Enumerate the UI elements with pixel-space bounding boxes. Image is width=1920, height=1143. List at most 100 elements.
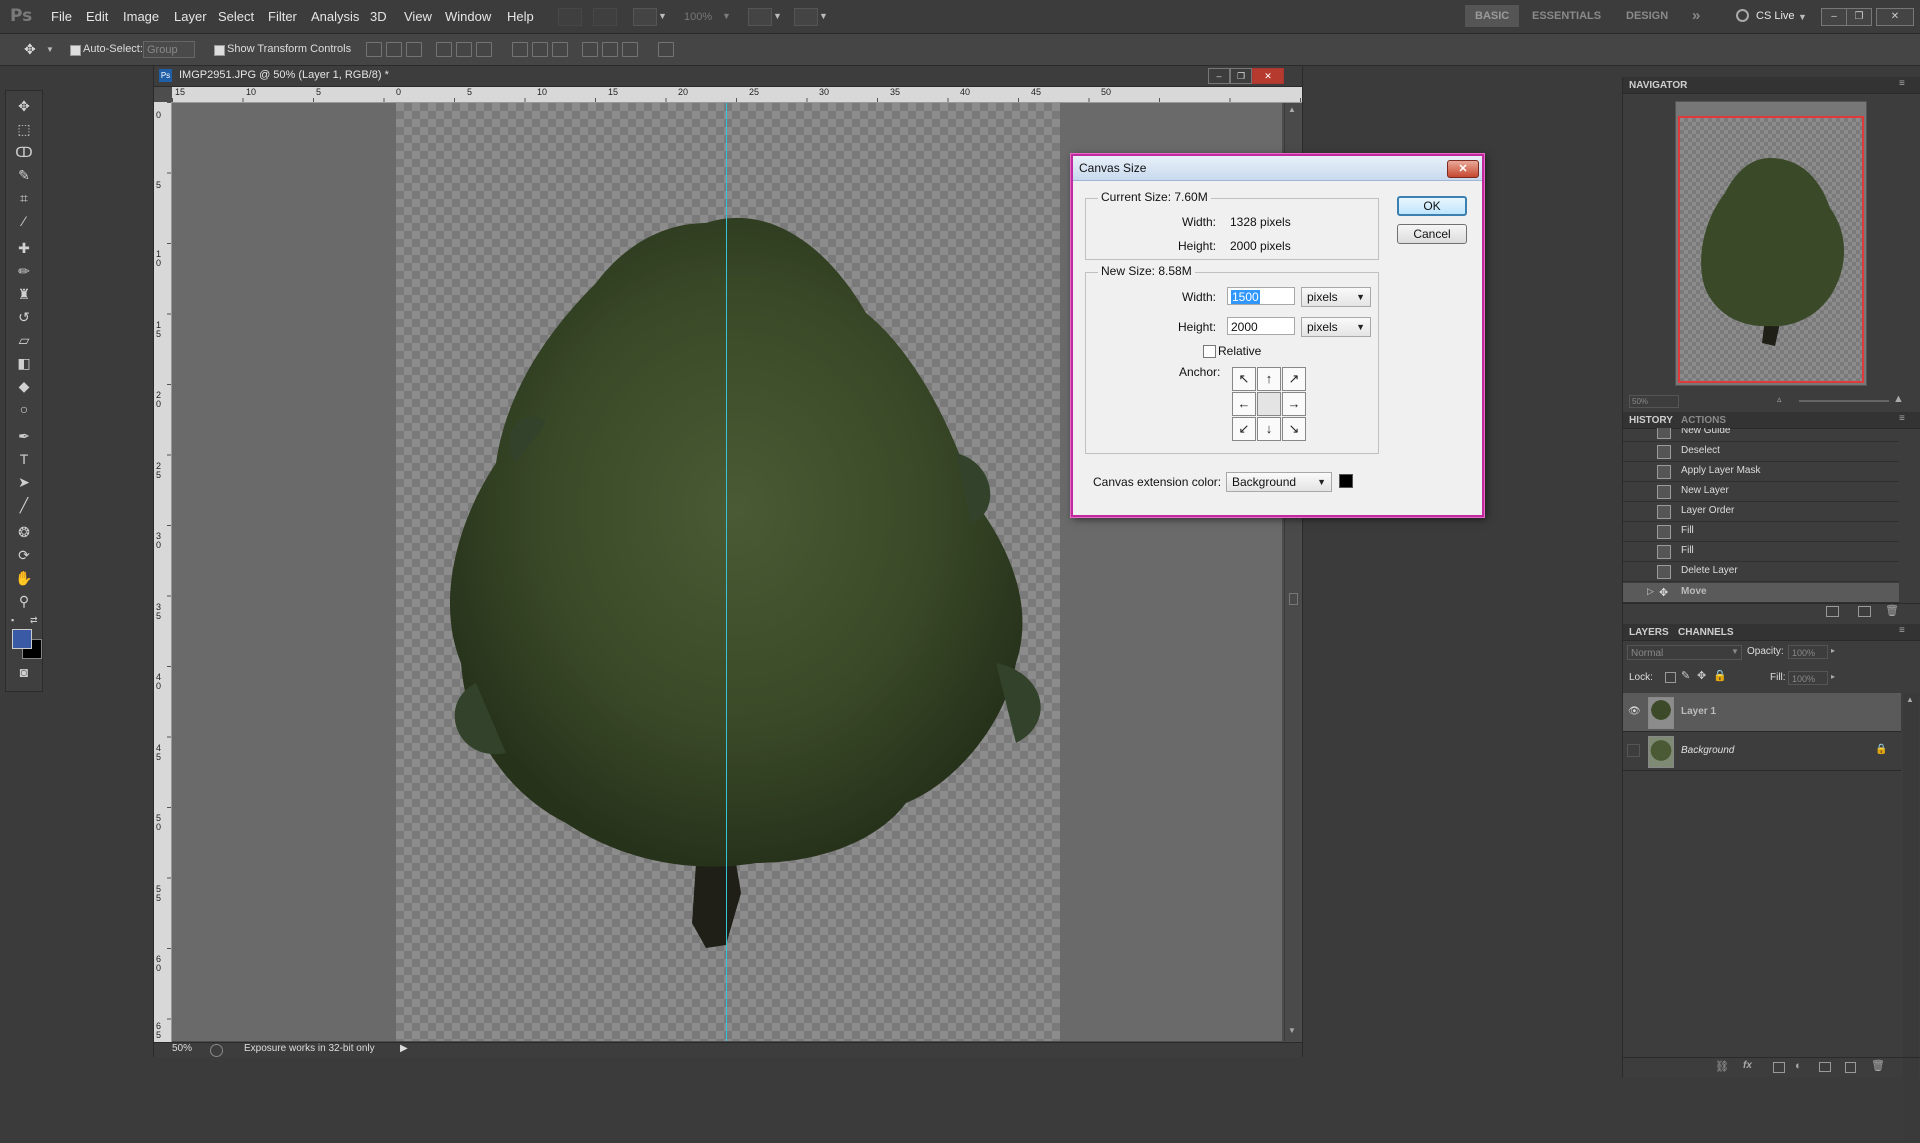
menu-file[interactable]: File xyxy=(51,9,72,24)
align-right-icon[interactable] xyxy=(476,42,492,57)
status-info-icon[interactable] xyxy=(210,1044,223,1057)
auto-select-dropdown[interactable]: Group xyxy=(143,41,195,58)
lasso-tool-icon[interactable]: ↀ xyxy=(14,143,34,161)
cs-live-menu[interactable]: CS Live xyxy=(1756,10,1795,22)
history-brush-tool-icon[interactable]: ↺ xyxy=(14,308,34,326)
workspaces-more-icon[interactable]: » xyxy=(1682,5,1710,27)
gradient-tool-icon[interactable]: ◧ xyxy=(14,354,34,372)
align-vcenter-icon[interactable] xyxy=(386,42,402,57)
width-input[interactable]: 1500 xyxy=(1227,287,1295,305)
visibility-eye-icon[interactable]: 👁 xyxy=(1628,706,1641,717)
panel-menu-icon[interactable]: ≡ xyxy=(1899,78,1905,89)
opacity-field[interactable]: 100% xyxy=(1788,645,1828,659)
zoom-tool-icon[interactable]: ⚲ xyxy=(14,592,34,610)
menu-edit[interactable]: Edit xyxy=(86,9,108,24)
new-group-icon[interactable] xyxy=(1819,1062,1831,1072)
eyedropper-tool-icon[interactable]: ⁄ xyxy=(14,212,34,230)
new-layer-icon[interactable] xyxy=(1845,1062,1856,1073)
move-tool-icon[interactable]: ✥ xyxy=(24,41,36,58)
doc-minimize-icon[interactable]: – xyxy=(1208,68,1230,84)
move-tool-icon[interactable]: ✥ xyxy=(14,97,34,115)
zoom-in-icon[interactable]: ▲ xyxy=(1893,393,1904,405)
workspace-design[interactable]: DESIGN xyxy=(1616,5,1678,27)
view-extras-icon[interactable] xyxy=(633,8,657,26)
history-item[interactable]: Deselect xyxy=(1623,442,1899,462)
tab-layers[interactable]: LAYERS xyxy=(1629,627,1669,638)
delete-state-icon[interactable]: 🗑 xyxy=(1885,604,1899,617)
anchor-bottom-left-icon[interactable]: ↙ xyxy=(1232,417,1256,441)
tab-navigator[interactable]: NAVIGATOR xyxy=(1629,80,1687,91)
workspace-essentials[interactable]: ESSENTIALS xyxy=(1522,5,1611,27)
zoom-readout[interactable]: 50% xyxy=(172,1043,192,1054)
layer-row-layer-1[interactable]: 👁 Layer 1 xyxy=(1623,693,1901,732)
relative-checkbox[interactable] xyxy=(1203,345,1216,358)
distribute-right-icon[interactable] xyxy=(622,42,638,57)
history-item[interactable]: New Guide xyxy=(1623,428,1899,442)
distribute-vcenter-icon[interactable] xyxy=(532,42,548,57)
status-menu-arrow-icon[interactable]: ▶ xyxy=(400,1043,408,1054)
swap-colors-icon[interactable]: ⇄ xyxy=(30,615,38,626)
align-hcenter-icon[interactable] xyxy=(456,42,472,57)
layer-style-icon[interactable]: fx xyxy=(1743,1060,1752,1071)
history-item[interactable]: Layer Order xyxy=(1623,502,1899,522)
healing-brush-tool-icon[interactable]: ✚ xyxy=(14,239,34,257)
create-snapshot-icon[interactable] xyxy=(1858,606,1871,617)
minimize-icon[interactable]: – xyxy=(1821,8,1847,26)
brush-tool-icon[interactable]: ✏ xyxy=(14,262,34,280)
menu-analysis[interactable]: Analysis xyxy=(311,9,359,24)
distribute-top-icon[interactable] xyxy=(512,42,528,57)
quick-mask-icon[interactable]: ◙ xyxy=(14,663,34,681)
align-left-icon[interactable] xyxy=(436,42,452,57)
hand-tool-icon[interactable]: ✋ xyxy=(14,569,34,587)
link-layers-icon[interactable]: ⛓ xyxy=(1715,1060,1729,1073)
navigator-view-box[interactable] xyxy=(1678,116,1864,383)
close-icon[interactable]: ✕ xyxy=(1876,8,1914,26)
menu-view[interactable]: View xyxy=(404,9,432,24)
vertical-ruler[interactable]: 0 5 1 0 1 5 2 0 2 5 3 0 3 5 4 0 4 5 5 0 … xyxy=(154,102,172,1042)
3d-rotate-tool-icon[interactable]: ❂ xyxy=(14,523,34,541)
width-unit-dropdown[interactable]: pixels ▼ xyxy=(1301,287,1371,307)
default-colors-icon[interactable]: ▪ xyxy=(11,615,14,625)
menu-select[interactable]: Select xyxy=(218,9,254,24)
anchor-bottom-right-icon[interactable]: ↘ xyxy=(1282,417,1306,441)
navigator-preview[interactable] xyxy=(1675,101,1867,386)
align-bottom-icon[interactable] xyxy=(406,42,422,57)
distribute-left-icon[interactable] xyxy=(582,42,598,57)
history-item[interactable]: Fill xyxy=(1623,542,1899,562)
scrollbar-thumb[interactable] xyxy=(1289,593,1298,605)
vertical-guide[interactable] xyxy=(726,103,727,1041)
pen-tool-icon[interactable]: ✒ xyxy=(14,427,34,445)
document-title[interactable]: IMGP2951.JPG @ 50% (Layer 1, RGB/8) * xyxy=(179,69,389,81)
menu-3d[interactable]: 3D xyxy=(370,9,387,24)
foreground-color-swatch[interactable] xyxy=(12,629,32,649)
anchor-center[interactable] xyxy=(1257,392,1281,416)
lock-all-icon[interactable]: 🔒 xyxy=(1713,669,1727,682)
show-transform-checkbox[interactable] xyxy=(214,45,225,56)
launch-bridge-icon[interactable] xyxy=(558,8,582,26)
restore-icon[interactable]: ❐ xyxy=(1846,8,1872,26)
close-icon[interactable]: ✕ xyxy=(1447,160,1479,178)
anchor-bottom-icon[interactable]: ↓ xyxy=(1257,417,1281,441)
scroll-up-icon[interactable]: ▲ xyxy=(1288,105,1296,114)
distribute-bottom-icon[interactable] xyxy=(552,42,568,57)
tab-channels[interactable]: CHANNELS xyxy=(1678,627,1734,638)
workspace-basic[interactable]: BASIC xyxy=(1465,5,1520,27)
tab-history[interactable]: HISTORY xyxy=(1629,415,1673,426)
navigator-zoom-field[interactable]: 50% xyxy=(1629,395,1679,408)
history-item[interactable]: Delete Layer xyxy=(1623,562,1899,582)
scroll-up-icon[interactable]: ▲ xyxy=(1906,695,1914,704)
scroll-down-icon[interactable]: ▼ xyxy=(1288,1026,1296,1035)
history-item-current[interactable]: ▷ ✥ Move xyxy=(1623,583,1899,603)
panel-menu-icon[interactable]: ≡ xyxy=(1899,413,1905,424)
distribute-hcenter-icon[interactable] xyxy=(602,42,618,57)
lock-pixels-icon[interactable]: ✎ xyxy=(1681,669,1690,682)
crop-tool-icon[interactable]: ⌗ xyxy=(14,189,34,207)
3d-orbit-tool-icon[interactable]: ⟳ xyxy=(14,546,34,564)
anchor-top-icon[interactable]: ↑ xyxy=(1257,367,1281,391)
horizontal-ruler[interactable]: 15 10 5 0 5 10 15 20 25 30 35 40 45 50 xyxy=(172,87,1302,103)
canvas[interactable] xyxy=(396,103,1060,1041)
zoom-out-icon[interactable]: ▵ xyxy=(1777,394,1782,405)
add-mask-icon[interactable] xyxy=(1773,1062,1785,1073)
ok-button[interactable]: OK xyxy=(1397,196,1467,216)
lock-transparent-icon[interactable] xyxy=(1665,672,1676,683)
